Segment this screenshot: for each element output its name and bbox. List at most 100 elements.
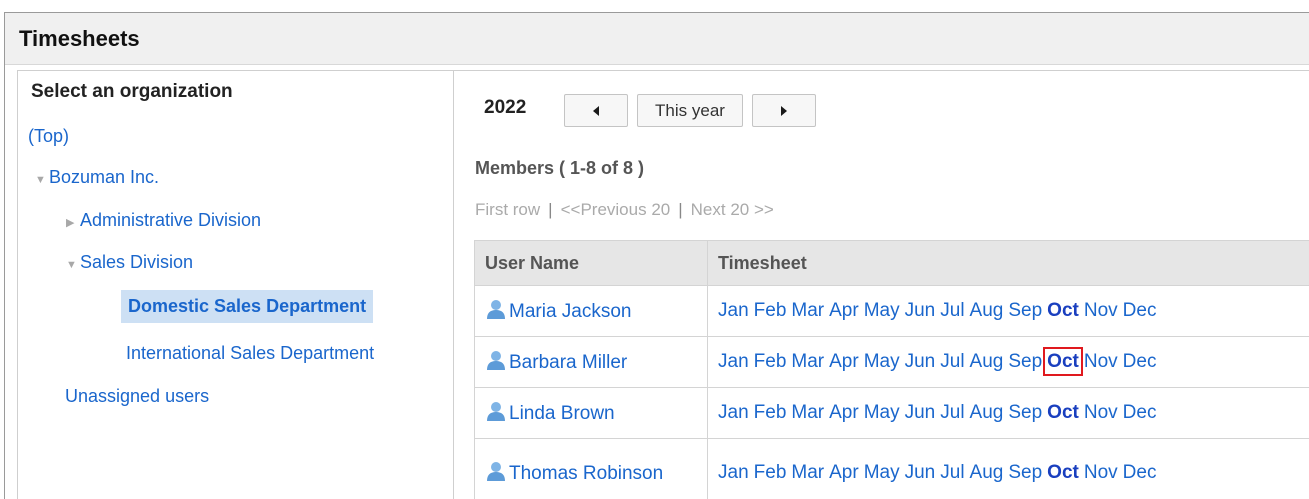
pager: First row | <<Previous 20 | Next 20 >> [475, 200, 774, 220]
month-link-feb[interactable]: Feb [754, 300, 787, 321]
month-link-jan[interactable]: Jan [718, 462, 749, 483]
month-link-feb[interactable]: Feb [754, 462, 787, 483]
pager-separator: | [548, 200, 553, 219]
org-item-international-sales[interactable]: International Sales Department [126, 343, 374, 364]
month-link-jan[interactable]: Jan [718, 300, 749, 321]
month-link-apr[interactable]: Apr [829, 402, 859, 423]
month-link-jul[interactable]: Jul [940, 300, 964, 321]
table-row: Linda Brown Jan Feb Mar Apr May Jun Jul Aug Sep Oc… [474, 387, 1309, 439]
month-link-nov[interactable]: Nov [1084, 351, 1118, 372]
user-name-header: User Name [474, 240, 708, 286]
month-link-nov[interactable]: Nov [1084, 402, 1118, 423]
month-link-mar[interactable]: Mar [791, 402, 824, 423]
org-tree-heading: Select an organization [31, 81, 233, 102]
timesheet-months: Jan Feb Mar Apr May Jun Jul Aug Sep Oct Nov Dec [707, 438, 1309, 499]
month-link-oct[interactable]: Oct [1047, 462, 1079, 483]
org-item-label[interactable]: Sales Division [80, 252, 193, 272]
pager-separator: | [678, 200, 683, 219]
user-icon [487, 300, 505, 319]
month-link-aug[interactable]: Aug [970, 300, 1004, 321]
user-cell: Barbara Miller [474, 336, 708, 388]
user-icon [487, 461, 505, 481]
month-link-feb[interactable]: Feb [754, 402, 787, 423]
user-cell: Maria Jackson [474, 285, 708, 337]
org-item-unassigned[interactable]: Unassigned users [65, 386, 209, 407]
month-link-sep[interactable]: Sep [1008, 462, 1042, 483]
month-link-oct[interactable]: Oct [1043, 347, 1083, 376]
month-link-feb[interactable]: Feb [754, 351, 787, 372]
title-bar: Timesheets [5, 13, 1309, 65]
month-link-jun[interactable]: Jun [905, 402, 936, 423]
month-link-jan[interactable]: Jan [718, 402, 749, 423]
first-row-link: First row [475, 200, 541, 219]
timesheet-months: Jan Feb Mar Apr May Jun Jul Aug Sep Oct Nov Dec [707, 285, 1309, 337]
page-title: Timesheets [19, 26, 140, 51]
expanded-arrow-icon[interactable]: ▼ [66, 259, 80, 271]
month-link-jul[interactable]: Jul [940, 462, 964, 483]
month-link-may[interactable]: May [864, 402, 900, 423]
expanded-arrow-icon[interactable]: ▼ [35, 174, 49, 186]
org-item-label[interactable]: Administrative Division [80, 210, 261, 230]
month-link-oct[interactable]: Oct [1047, 402, 1079, 423]
collapsed-arrow-icon[interactable]: ▶ [66, 216, 80, 229]
month-link-apr[interactable]: Apr [829, 351, 859, 372]
org-top-link[interactable]: (Top) [28, 126, 69, 147]
month-link-mar[interactable]: Mar [791, 351, 824, 372]
user-name-link[interactable]: Thomas Robinson [509, 463, 663, 484]
next-year-button[interactable] [752, 94, 816, 127]
members-pane: 2022 This year Members ( 1-8 of 8 ) Firs… [454, 70, 1309, 499]
month-link-jun[interactable]: Jun [905, 462, 936, 483]
user-icon [487, 402, 505, 421]
month-link-jul[interactable]: Jul [940, 351, 964, 372]
month-link-mar[interactable]: Mar [791, 462, 824, 483]
month-link-nov[interactable]: Nov [1084, 462, 1118, 483]
previous-year-button[interactable] [564, 94, 628, 127]
org-item-sales[interactable]: ▼ Sales Division [66, 252, 193, 273]
month-link-nov[interactable]: Nov [1084, 300, 1118, 321]
table-header-row: User Name Timesheet [474, 240, 1309, 286]
next-page-link: Next 20 >> [690, 200, 774, 219]
org-item-domestic-sales[interactable]: Domestic Sales Department [121, 290, 374, 323]
month-link-mar[interactable]: Mar [791, 300, 824, 321]
month-link-oct[interactable]: Oct [1047, 300, 1079, 321]
user-name-link[interactable]: Maria Jackson [509, 301, 632, 322]
month-link-aug[interactable]: Aug [970, 462, 1004, 483]
month-link-dec[interactable]: Dec [1123, 300, 1157, 321]
org-item-administrative[interactable]: ▶ Administrative Division [66, 210, 261, 231]
user-icon [487, 351, 505, 370]
month-link-jul[interactable]: Jul [940, 402, 964, 423]
members-count: Members ( 1-8 of 8 ) [475, 158, 645, 178]
month-link-dec[interactable]: Dec [1123, 351, 1157, 372]
month-link-jan[interactable]: Jan [718, 351, 749, 372]
timesheet-months: Jan Feb Mar Apr May Jun Jul Aug Sep Oct Nov Dec [707, 387, 1309, 439]
month-link-aug[interactable]: Aug [970, 351, 1004, 372]
month-link-sep[interactable]: Sep [1008, 300, 1042, 321]
month-link-jun[interactable]: Jun [905, 300, 936, 321]
previous-page-link: <<Previous 20 [560, 200, 671, 219]
month-link-dec[interactable]: Dec [1123, 462, 1157, 483]
month-link-apr[interactable]: Apr [829, 300, 859, 321]
table-row: Thomas Robinson Jan Feb Mar Apr May Jun Jul Aug S… [474, 438, 1309, 499]
timesheets-panel: Timesheets Select an organization (Top) … [4, 12, 1309, 499]
month-link-aug[interactable]: Aug [970, 402, 1004, 423]
organization-tree: Select an organization (Top) ▼ Bozuman In… [17, 70, 454, 499]
triangle-right-icon [781, 105, 787, 116]
timesheet-header: Timesheet [707, 240, 1309, 286]
month-link-sep[interactable]: Sep [1008, 351, 1042, 372]
month-link-may[interactable]: May [864, 462, 900, 483]
org-item-bozuman[interactable]: ▼ Bozuman Inc. [35, 167, 159, 188]
month-link-sep[interactable]: Sep [1008, 402, 1042, 423]
this-year-button[interactable]: This year [637, 94, 743, 127]
timesheet-months: Jan Feb Mar Apr May Jun Jul Aug Sep Oct Nov Dec [707, 336, 1309, 388]
month-link-jun[interactable]: Jun [905, 351, 936, 372]
table-row: Barbara Miller Jan Feb Mar Apr May Jun Jul Aug Se… [474, 336, 1309, 388]
month-link-may[interactable]: May [864, 300, 900, 321]
month-link-dec[interactable]: Dec [1123, 402, 1157, 423]
user-cell: Linda Brown [474, 387, 708, 439]
user-name-link[interactable]: Linda Brown [509, 403, 615, 424]
month-link-apr[interactable]: Apr [829, 462, 859, 483]
user-name-link[interactable]: Barbara Miller [509, 352, 627, 373]
month-link-may[interactable]: May [864, 351, 900, 372]
org-item-label[interactable]: Domestic Sales Department [128, 296, 366, 316]
org-item-label[interactable]: Bozuman Inc. [49, 167, 159, 187]
